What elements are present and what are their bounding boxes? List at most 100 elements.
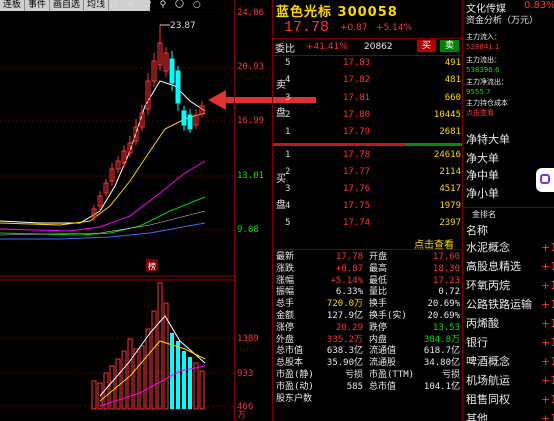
sector-rank-item[interactable]: 公路铁路运输 +1	[463, 295, 554, 314]
stat-value: 384.8万	[423, 334, 460, 345]
sell-button[interactable]: 卖	[440, 40, 459, 52]
sector-rank-name: 公路铁路运输	[466, 298, 532, 311]
stat-label: 市盈(TTM)	[369, 370, 415, 380]
sector-rank-item[interactable]: 其他 +1	[463, 409, 554, 421]
stock-name: 蓝色光标 300058	[276, 5, 398, 20]
stat-label: 总市值	[276, 346, 304, 357]
stat-label: 跌停	[369, 322, 388, 333]
stat-value: 20.69%	[427, 299, 460, 310]
bid-row[interactable]: 4 17.75 1979	[273, 201, 463, 216]
volume-axis-unit: 万	[237, 411, 247, 421]
toolbar-item[interactable]: 连板	[0, 0, 26, 11]
ask-row[interactable]: 4 17.82 481	[273, 75, 463, 90]
sector-rank-item[interactable]: 银行 +1	[463, 333, 554, 352]
stat-value: 127.9亿	[326, 311, 363, 321]
bid-row[interactable]: 2 17.77 2114	[273, 167, 463, 182]
ask-row[interactable]: 2 17.80 10445	[273, 110, 463, 125]
kline-chart[interactable]: 23.87 榜	[0, 11, 235, 421]
order-ratio-label: 委比	[275, 44, 295, 55]
ask-row[interactable]: 5 17.83 491	[273, 58, 463, 73]
volume-axis-label: 933	[237, 369, 254, 379]
high-price-label: 23.87	[170, 21, 196, 31]
price-axis-label: 16.99	[237, 116, 265, 126]
sector-rank-item[interactable]: 租售同权 +1	[463, 390, 554, 409]
stat-label: 总股本	[276, 358, 304, 369]
sector-rank-item[interactable]: 环氧丙烷 +1	[463, 276, 554, 295]
sector-rank-value: +1	[541, 260, 554, 273]
main-outflow-value: 538396.6	[466, 66, 500, 74]
cost-link[interactable]: 点击查看	[466, 108, 494, 118]
main-inflow-value: 528841.1	[466, 43, 500, 51]
stat-row: 总股本 35.90亿 流通股 34.80亿	[273, 357, 463, 369]
main-inflow-label: 主力流入：	[466, 33, 501, 41]
stat-value: 585	[346, 381, 363, 392]
toolbar-item[interactable]: 事件	[25, 0, 51, 11]
bid-row[interactable]: 5 17.74 2397	[273, 218, 463, 233]
order-ratio-bar	[273, 143, 463, 146]
stat-row: 最新 17.78 开盘 17.60	[273, 251, 463, 263]
sector-rank-item[interactable]: 丙烯酸 +1	[463, 314, 554, 333]
sector-rank-item[interactable]: 机场航运 +1	[463, 371, 554, 390]
sector-rank-name: 啤酒概念	[466, 355, 510, 368]
stat-value: +5.14%	[330, 275, 363, 286]
sector-rank-value: +1	[541, 241, 554, 254]
stat-label: 流通值	[369, 346, 397, 357]
stat-value: 0.72	[438, 287, 460, 298]
sector-rank-value: +1	[541, 336, 554, 349]
sector-rank-value: +1	[541, 298, 554, 311]
stat-value: 17.78	[335, 252, 363, 262]
rank-title: 金排名	[472, 210, 496, 219]
stat-row: 金额 127.9亿 换手(实) 20.69%	[273, 310, 463, 322]
stat-value: 20.69%	[427, 311, 460, 321]
stat-label: 市盈(动)	[276, 381, 314, 392]
stat-label: 涨跌	[276, 263, 295, 274]
stat-label: 换手	[369, 299, 388, 310]
stat-value: 17.60	[432, 252, 460, 262]
sector-rank-item[interactable]: 啤酒概念 +1	[463, 352, 554, 371]
ask-row[interactable]: 3 17.81 660	[273, 93, 463, 108]
price-change: +0.87	[340, 23, 368, 33]
stat-row: 振幅 6.33% 量比 0.72	[273, 286, 463, 298]
bid-row[interactable]: 3 17.76 4517	[273, 184, 463, 199]
volume-axis-label: 1389	[237, 334, 259, 344]
stat-value: 20.29	[335, 322, 363, 333]
stat-label: 总手	[276, 299, 295, 310]
price-axis-label: 24.86	[237, 8, 265, 18]
main-outflow-label: 主力流出：	[466, 56, 501, 64]
sector-rank-name: 丙烯酸	[466, 317, 499, 330]
stat-label: 量比	[369, 287, 388, 298]
stat-value: 104.1亿	[423, 381, 460, 392]
stat-label: 最高	[369, 263, 388, 274]
toolbar-icons[interactable]: ✕ ◎ ≡ ⤢ ⚲ 〇 ○	[94, 0, 204, 11]
buy-button[interactable]: 买	[417, 40, 436, 52]
stat-row: 股东户数	[273, 393, 463, 405]
stat-label: 总市值	[369, 381, 397, 392]
toolbar-item[interactable]: 画自选	[50, 0, 85, 11]
stat-row: 外盘 335.2万 内盘 384.8万	[273, 334, 463, 346]
price-axis-label: 20.93	[237, 62, 265, 72]
stat-label: 外盘	[276, 334, 295, 345]
stat-value: 638.3亿	[326, 346, 363, 357]
stat-row: 涨跌 +0.87 最高 18.30	[273, 263, 463, 275]
sector-rank-name: 环氧丙烷	[466, 279, 510, 292]
cost-label: 主力持仓成本	[466, 99, 508, 107]
order-diff: 20862	[364, 42, 393, 52]
stat-value: 17.23	[432, 275, 460, 286]
stat-value: 18.30	[432, 263, 460, 274]
sector-rank-name: 其他	[466, 412, 488, 421]
stat-label: 振幅	[276, 287, 295, 298]
ask-row[interactable]: 1 17.79 2681	[273, 127, 463, 142]
stat-label: 最低	[369, 275, 388, 286]
stat-label: 涨停	[276, 322, 295, 333]
sector-rank-value: +1	[541, 317, 554, 330]
sector-rank-name: 银行	[466, 336, 488, 349]
stat-label: 开盘	[369, 252, 388, 262]
sector-rank-item[interactable]: 高股息精选 +1	[463, 257, 554, 276]
stat-row: 涨停 20.29 跌停 13.53	[273, 322, 463, 334]
sector-rank-name: 高股息精选	[466, 260, 521, 273]
floating-widget[interactable]	[536, 168, 554, 192]
stat-value: 35.90亿	[326, 358, 363, 369]
bid-row[interactable]: 1 17.78 24616	[273, 150, 463, 165]
sector-rank-item[interactable]: 水泥概念 +1	[463, 238, 554, 257]
rank-header: 名称	[466, 224, 488, 237]
